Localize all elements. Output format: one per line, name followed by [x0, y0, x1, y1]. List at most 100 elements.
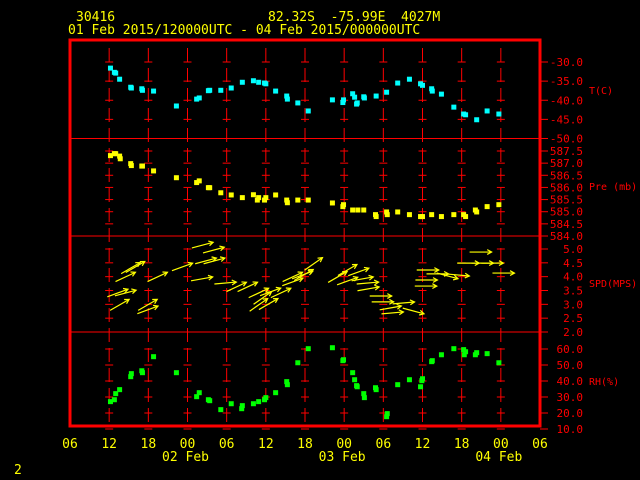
- wind-arrow-shaft: [270, 287, 292, 299]
- y-tick-label: 587.5: [550, 145, 583, 158]
- data-point: [373, 93, 379, 99]
- data-point: [262, 197, 268, 203]
- wind-arrow: [392, 299, 416, 306]
- data-point: [361, 95, 367, 101]
- data-point: [461, 352, 467, 358]
- wind-arrow: [191, 240, 215, 249]
- data-point: [305, 346, 311, 352]
- wind-arrow: [202, 245, 226, 254]
- wind-arrow: [347, 266, 371, 277]
- data-point: [484, 351, 490, 357]
- data-point: [352, 94, 358, 100]
- data-point: [228, 192, 234, 198]
- wind-arrow: [115, 271, 137, 283]
- data-point: [496, 111, 502, 117]
- data-point: [284, 200, 290, 206]
- data-point: [484, 108, 490, 114]
- data-point: [420, 82, 425, 88]
- data-point: [438, 91, 444, 97]
- data-point: [484, 204, 490, 210]
- data-point: [354, 100, 360, 106]
- wind-arrow-shaft: [304, 257, 323, 271]
- meteogram: -30.0-35.0-40.0-45.0-50.0T(C)587.5587.05…: [62, 38, 637, 465]
- data-point: [474, 209, 480, 215]
- data-point: [451, 346, 457, 352]
- wind-arrow: [270, 287, 292, 299]
- data-point: [239, 406, 245, 412]
- x-tick-label: 06: [62, 437, 78, 452]
- data-point: [355, 207, 361, 213]
- data-point: [207, 398, 213, 404]
- data-point: [429, 212, 435, 218]
- data-point: [284, 96, 290, 102]
- data-point: [295, 360, 301, 366]
- data-point: [395, 80, 401, 86]
- y-tick-label: -35.0: [550, 75, 583, 88]
- data-point: [218, 190, 224, 196]
- panel-label: SPD(MPS): [589, 279, 637, 290]
- y-tick-label: 586.0: [550, 181, 583, 194]
- y-tick-label: 585.5: [550, 194, 583, 207]
- data-point: [128, 85, 134, 91]
- data-point: [218, 407, 224, 413]
- y-tick-label: 40.0: [557, 375, 584, 388]
- data-point: [361, 207, 367, 213]
- data-point: [438, 214, 444, 220]
- y-tick-label: 3.0: [563, 298, 583, 311]
- y-tick-label: 4.5: [563, 257, 583, 270]
- data-point: [113, 70, 119, 76]
- x-tick-label: 12: [101, 437, 117, 452]
- data-point: [341, 202, 347, 208]
- data-point: [239, 79, 245, 85]
- data-point: [295, 197, 301, 203]
- wind-arrow: [481, 260, 505, 267]
- data-point: [273, 88, 279, 94]
- data-point: [329, 200, 335, 206]
- data-point: [406, 76, 412, 82]
- data-point: [228, 85, 234, 91]
- data-point: [196, 390, 202, 396]
- data-point: [341, 357, 347, 363]
- wind-arrow: [109, 298, 131, 311]
- data-point: [341, 97, 347, 103]
- data-point: [117, 76, 123, 82]
- x-tick-label: 18: [297, 437, 313, 452]
- data-point: [139, 163, 145, 169]
- data-point: [128, 163, 134, 169]
- wind-arrow: [214, 279, 238, 286]
- y-tick-label: 587.0: [550, 157, 583, 170]
- data-point: [139, 370, 145, 376]
- data-point: [117, 156, 123, 162]
- x-tick-label: 06: [219, 437, 235, 452]
- wind-arrow: [492, 270, 516, 276]
- data-point: [207, 185, 213, 191]
- data-point: [111, 397, 117, 403]
- data-point: [451, 104, 457, 110]
- x-tick-label: 18: [141, 437, 157, 452]
- wind-arrow: [137, 298, 159, 311]
- data-point: [463, 112, 469, 118]
- data-point: [429, 88, 435, 94]
- data-point: [429, 358, 435, 364]
- y-tick-label: 2.5: [563, 312, 583, 325]
- data-point: [273, 192, 279, 198]
- y-tick-label: 4.0: [563, 271, 583, 284]
- data-point: [354, 384, 360, 390]
- y-tick-label: 585.0: [550, 206, 583, 219]
- wind-arrow-shaft: [237, 281, 258, 293]
- data-point: [352, 377, 358, 383]
- wind-arrow: [415, 277, 439, 283]
- data-point: [329, 345, 335, 351]
- data-point: [196, 178, 202, 184]
- data-point: [418, 384, 424, 390]
- data-point: [384, 411, 390, 417]
- y-tick-label: 60.0: [557, 343, 584, 356]
- x-date-label: 04 Feb: [475, 450, 522, 465]
- y-tick-label: 20.0: [557, 407, 584, 420]
- data-point: [173, 103, 179, 109]
- x-tick-label: 12: [415, 437, 431, 452]
- wind-arrow: [356, 279, 380, 286]
- data-point: [196, 95, 202, 101]
- data-point: [496, 202, 502, 208]
- data-point: [218, 87, 224, 93]
